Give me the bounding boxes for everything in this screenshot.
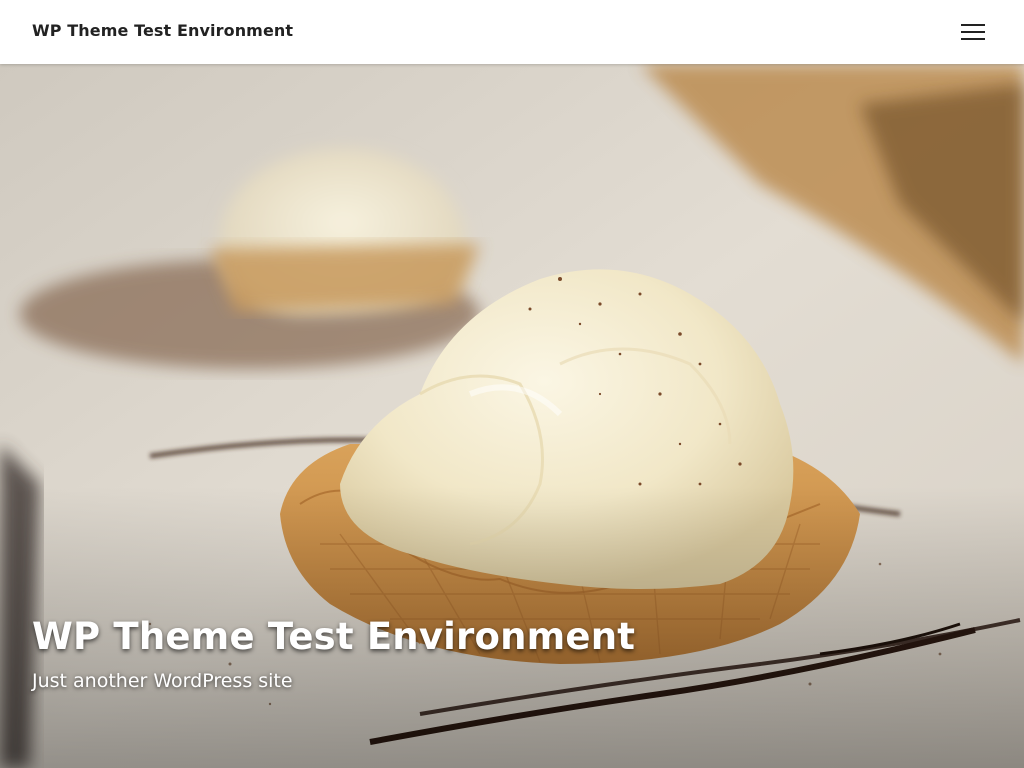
- site-title-link[interactable]: WP Theme Test Environment: [32, 21, 293, 40]
- site-header: WP Theme Test Environment: [0, 0, 1024, 64]
- hero-banner: WP Theme Test Environment Just another W…: [0, 64, 1024, 768]
- hero-text-block: WP Theme Test Environment Just another W…: [32, 614, 635, 692]
- hero-site-title: WP Theme Test Environment: [32, 615, 636, 658]
- hero-tagline: Just another WordPress site: [32, 670, 293, 692]
- hamburger-menu-icon[interactable]: [960, 20, 986, 44]
